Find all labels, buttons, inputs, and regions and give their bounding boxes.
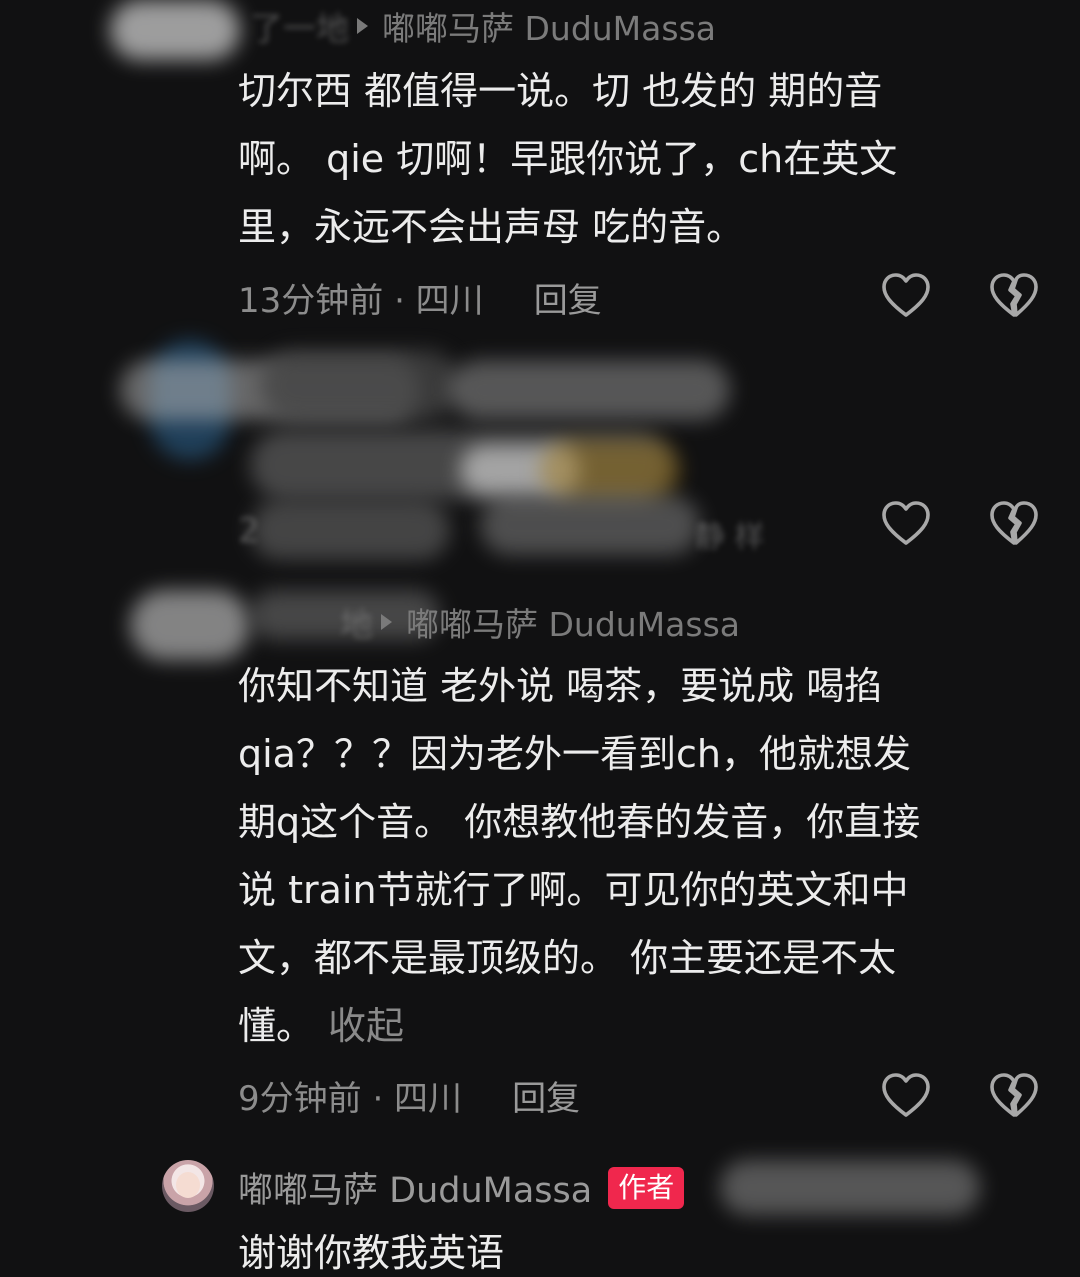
timestamp-location: 13分钟前 · 四川 xyxy=(238,280,484,321)
redacted-username: 了一地 xyxy=(250,9,349,48)
heart-outline-icon xyxy=(882,501,930,545)
author-reply-text: 谢谢你教我英语 xyxy=(238,1231,505,1275)
avatar[interactable] xyxy=(162,1160,214,1212)
redacted-timestamp: 2 xyxy=(238,511,260,551)
comment-line: 里，永远不会出声母 吃的音。 xyxy=(238,205,745,249)
broken-heart-icon xyxy=(990,273,1038,317)
redacted-trail: 静 样 xyxy=(695,512,765,556)
collapse-button[interactable]: 收起 xyxy=(328,1004,404,1048)
redaction-scribble xyxy=(480,495,700,555)
comment-line-last: 懂。 收起 xyxy=(238,992,1038,1060)
comment-body: 你知不知道 老外说 喝茶，要说成 喝掐 qia？？？因为老外一看到ch，他就想发… xyxy=(238,652,1038,1060)
broken-heart-icon xyxy=(990,501,1038,545)
redaction-scribble xyxy=(450,360,730,420)
comment-last-text: 懂。 xyxy=(238,1004,315,1048)
redaction-scribble xyxy=(260,350,460,420)
comment-body: 切尔西 都值得一说。切 也发的 期的音 啊。 qie 切啊！早跟你说了，ch在英… xyxy=(238,57,1038,261)
dislike-button[interactable] xyxy=(986,268,1042,324)
timestamp-location: 9分钟前 · 四川 xyxy=(238,1078,463,1119)
comment-line: 期q这个音。 你想教他春的发音，你直接 xyxy=(238,800,921,844)
redacted-username: 地 xyxy=(340,605,373,644)
redaction-scribble xyxy=(130,590,250,660)
reply-header: 了一地 嘟嘟马萨 DuduMassa xyxy=(250,2,716,50)
comment-line: 啊。 qie 切啊！早跟你说了，ch在英文 xyxy=(238,137,898,181)
redaction-scribble xyxy=(720,1160,980,1215)
comment-meta: 2 xyxy=(238,506,260,556)
comment-line: 你知不知道 老外说 喝茶，要说成 喝掐 xyxy=(238,664,883,708)
reply-button[interactable]: 回复 xyxy=(512,1071,580,1120)
author-header: 嘟嘟马萨 DuduMassa 作者 xyxy=(238,1162,685,1213)
like-button[interactable] xyxy=(878,268,934,324)
reply-header: 地 嘟嘟马萨 DuduMassa xyxy=(250,598,740,646)
like-button[interactable] xyxy=(878,496,934,552)
comment-meta: 9分钟前 · 四川 回复 xyxy=(238,1070,580,1120)
comment-line: 说 train节就行了啊。可见你的英文和中 xyxy=(238,868,909,912)
comment-line: qia？？？因为老外一看到ch，他就想发 xyxy=(238,732,911,776)
heart-outline-icon xyxy=(882,273,930,317)
reply-to-name[interactable]: 嘟嘟马萨 DuduMassa xyxy=(406,598,740,646)
comment-meta: 13分钟前 · 四川 回复 xyxy=(238,272,602,322)
reply-to-name[interactable]: 嘟嘟马萨 DuduMassa xyxy=(382,2,716,50)
comment-line: 切尔西 都值得一说。切 也发的 期的音 xyxy=(238,69,883,113)
redaction-scribble xyxy=(250,500,450,560)
like-button[interactable] xyxy=(878,1068,934,1124)
author-name[interactable]: 嘟嘟马萨 DuduMassa xyxy=(238,1162,592,1213)
comment-line: 文，都不是最顶级的。 你主要还是不太 xyxy=(238,936,897,980)
reply-arrow-icon xyxy=(381,614,392,630)
redaction-scribble xyxy=(540,440,680,500)
author-badge: 作者 xyxy=(608,1166,685,1209)
redacted-text: 静 样 xyxy=(695,520,765,555)
avatar-face xyxy=(176,1172,200,1198)
redaction-scribble xyxy=(110,0,240,60)
dislike-button[interactable] xyxy=(986,1068,1042,1124)
reply-arrow-icon xyxy=(357,18,368,34)
broken-heart-icon xyxy=(990,1073,1038,1117)
reply-button[interactable]: 回复 xyxy=(534,273,602,322)
dislike-button[interactable] xyxy=(986,496,1042,552)
heart-outline-icon xyxy=(882,1073,930,1117)
